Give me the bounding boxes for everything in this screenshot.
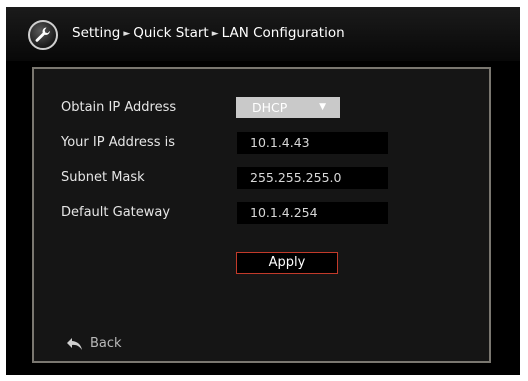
breadcrumb: Setting ► Quick Start ► LAN Configuration xyxy=(72,25,345,41)
back-arrow-icon xyxy=(67,338,82,350)
lan-config-panel: Obtain IP Address DHCP ▼ Your IP Address… xyxy=(32,67,491,363)
header: Setting ► Quick Start ► LAN Configuration xyxy=(6,7,520,61)
screen: Setting ► Quick Start ► LAN Configuration Ob… xyxy=(6,7,520,375)
obtain-ip-select[interactable]: DHCP ▼ xyxy=(236,97,340,118)
breadcrumb-setting[interactable]: Setting xyxy=(72,25,120,41)
ip-address-label: Your IP Address is xyxy=(61,135,175,150)
breadcrumb-lan-configuration: LAN Configuration xyxy=(221,25,345,41)
gateway-label: Default Gateway xyxy=(61,205,171,220)
ip-address-field[interactable]: 10.1.4.43 xyxy=(237,132,388,154)
apply-button[interactable]: Apply xyxy=(236,252,338,274)
wrench-icon xyxy=(28,20,58,50)
subnet-mask-label: Subnet Mask xyxy=(61,170,145,185)
chevron-down-icon: ▼ xyxy=(319,102,326,112)
obtain-ip-value: DHCP xyxy=(252,100,288,115)
back-label: Back xyxy=(90,336,122,351)
obtain-ip-label: Obtain IP Address xyxy=(61,100,177,115)
breadcrumb-separator: ► xyxy=(211,29,219,39)
breadcrumb-quick-start[interactable]: Quick Start xyxy=(133,25,208,41)
subnet-mask-field[interactable]: 255.255.255.0 xyxy=(237,167,388,189)
breadcrumb-separator: ► xyxy=(123,29,131,39)
gateway-field[interactable]: 10.1.4.254 xyxy=(237,202,388,224)
